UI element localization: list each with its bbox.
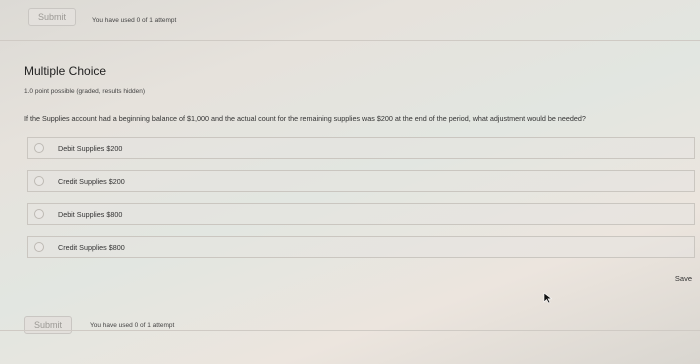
option-2[interactable]: Credit Supplies $200 (27, 170, 695, 192)
option-3[interactable]: Debit Supplies $800 (27, 203, 695, 225)
submit-button-bottom[interactable]: Submit (24, 316, 73, 334)
radio-button[interactable] (34, 209, 44, 219)
radio-button[interactable] (34, 242, 44, 252)
radio-button[interactable] (34, 176, 44, 186)
top-bar: Submit You have used 0 of 1 attempt (0, 0, 700, 41)
option-label: Debit Supplies $200 (58, 144, 123, 153)
radio-button[interactable] (34, 143, 44, 153)
attempt-status-bottom: You have used 0 of 1 attempt (90, 322, 175, 329)
divider (0, 330, 700, 331)
option-label: Debit Supplies $800 (58, 210, 123, 219)
option-label: Credit Supplies $800 (58, 243, 125, 252)
section-title: Multiple Choice (24, 64, 107, 78)
option-label: Credit Supplies $200 (58, 177, 125, 186)
mouse-cursor-icon (543, 292, 553, 304)
question-text: If the Supplies account had a beginning … (24, 114, 586, 123)
attempt-status-top: You have used 0 of 1 attempt (92, 17, 177, 24)
save-button[interactable]: Save (675, 274, 692, 283)
option-1[interactable]: Debit Supplies $200 (27, 137, 695, 159)
submit-button-top[interactable]: Submit (28, 8, 77, 26)
option-4[interactable]: Credit Supplies $800 (27, 236, 695, 258)
problem-page: Submit You have used 0 of 1 attempt Mult… (0, 0, 700, 364)
points-info: 1.0 point possible (graded, results hidd… (24, 88, 146, 95)
